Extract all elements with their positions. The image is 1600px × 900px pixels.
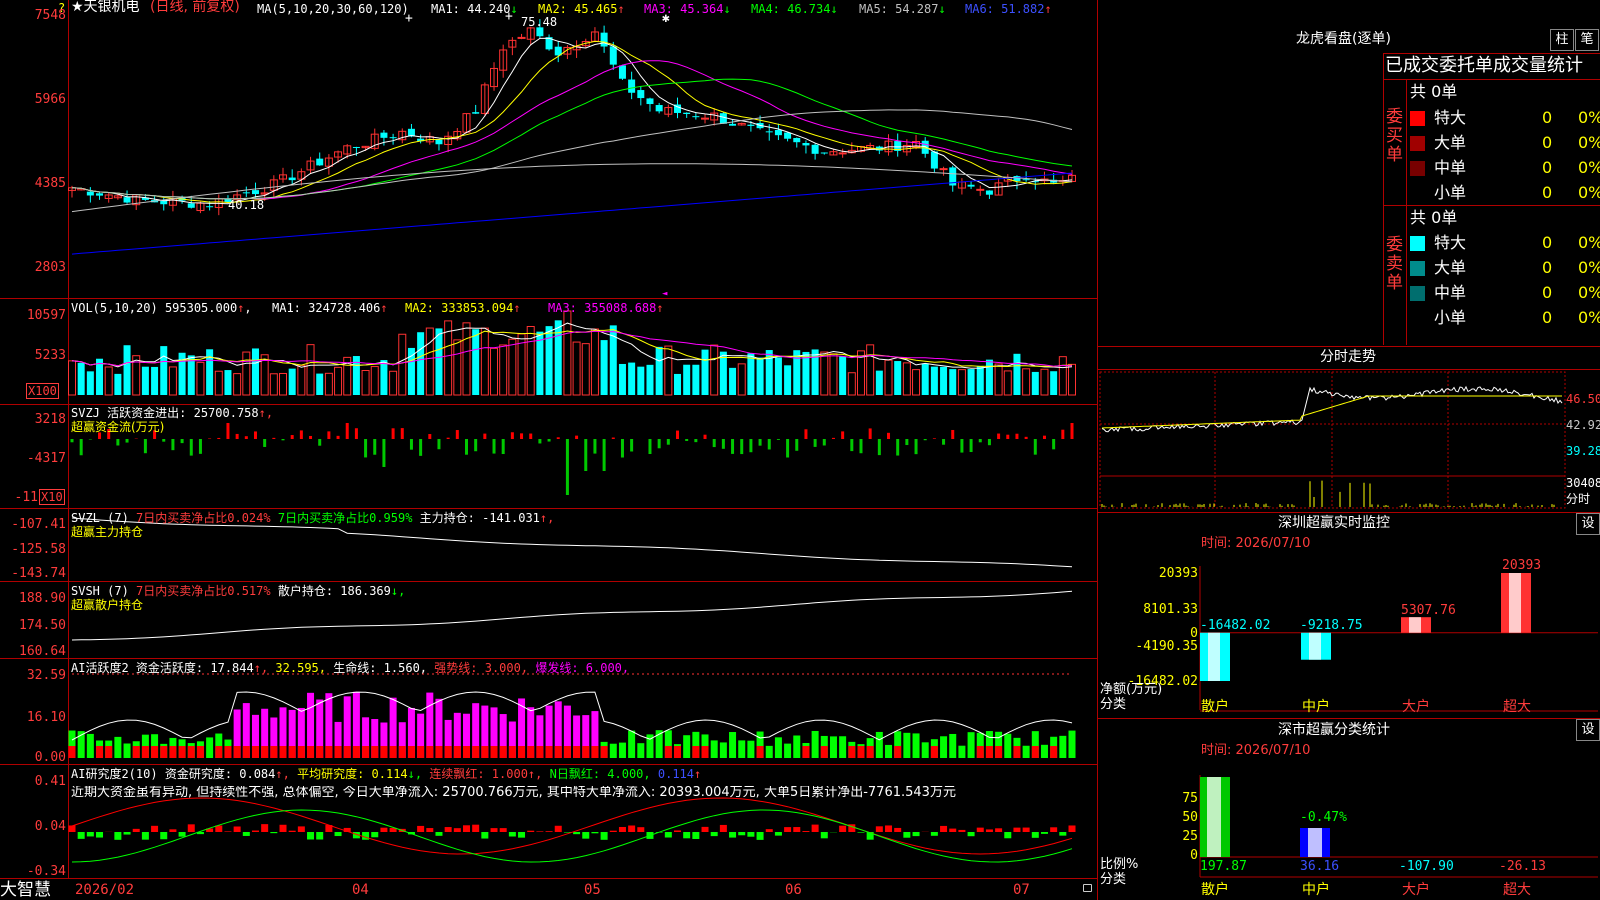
class-bar-highlight xyxy=(1308,828,1322,857)
class-x-label: 分类 xyxy=(1100,872,1127,887)
class-bar-highlight xyxy=(1207,777,1221,857)
class-value-label: -107.90 xyxy=(1399,859,1454,874)
class-y-tick: 25 xyxy=(1182,829,1198,844)
class-cat: 大户 xyxy=(1402,882,1430,898)
class-y-tick: 75 xyxy=(1182,791,1198,806)
class-bar-chart[interactable] xyxy=(0,0,1600,900)
class-value-label: 36.16 xyxy=(1300,859,1340,874)
class-value-label: -26.13 xyxy=(1499,859,1546,874)
stock-terminal-window: + + ✱ ◄ ? ★天银机电 (日线, 前复权) MA(5,10,20,30,60,… xyxy=(0,0,1600,900)
class-mid-label: -0.47% xyxy=(1300,810,1347,825)
class-cat: 散户 xyxy=(1201,882,1229,898)
class-cat: 超大 xyxy=(1503,882,1531,898)
class-value-label: 197.87 xyxy=(1200,859,1247,874)
class-y-tick: 50 xyxy=(1182,810,1198,825)
class-cat: 中户 xyxy=(1302,882,1330,898)
class-y-label: 比例% xyxy=(1100,857,1139,872)
